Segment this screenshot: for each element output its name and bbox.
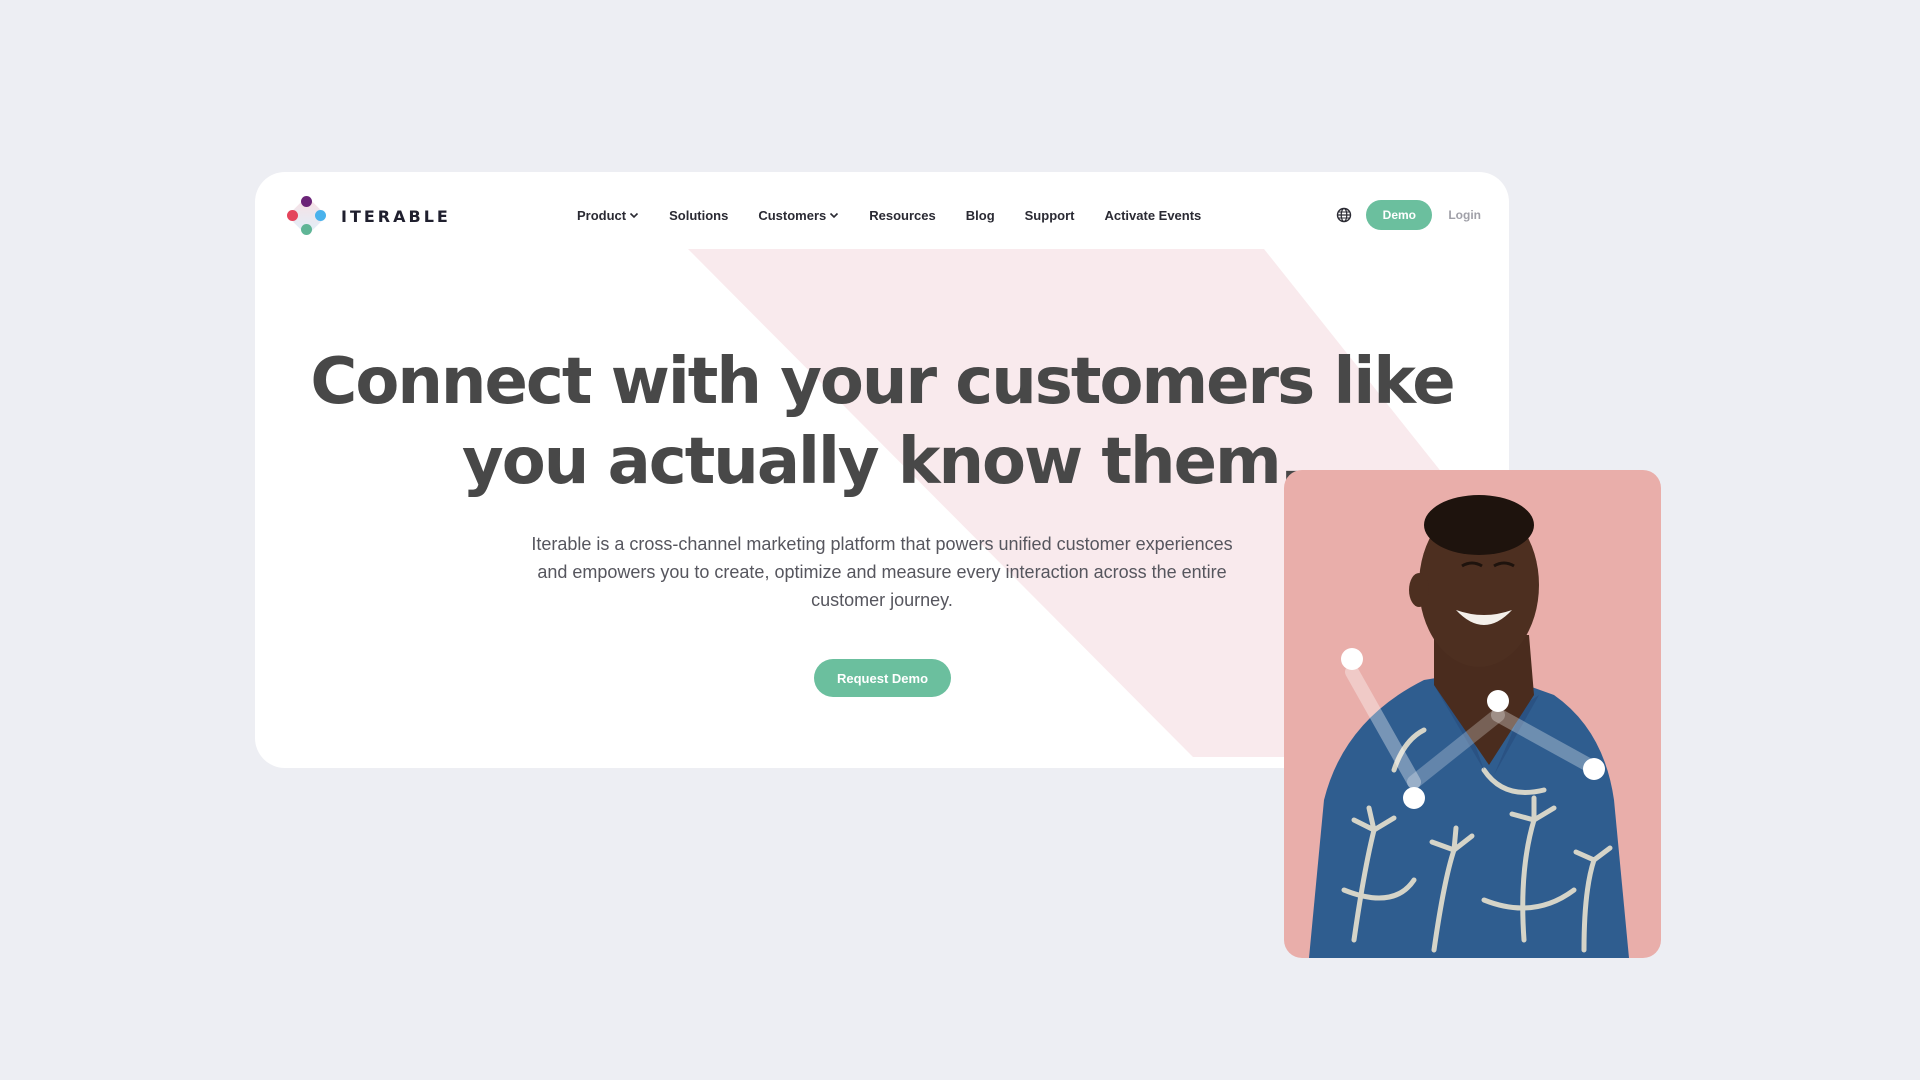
brand-name: ITERABLE: [341, 206, 451, 226]
header-actions: Demo Login: [1336, 200, 1481, 230]
nav-item-blog[interactable]: Blog: [966, 208, 995, 223]
nav-item-support[interactable]: Support: [1025, 208, 1075, 223]
request-demo-button[interactable]: Request Demo: [814, 659, 951, 697]
headline-line-2: you actually know them.: [462, 425, 1304, 499]
connection-dot: [1583, 758, 1605, 780]
nav-item-product[interactable]: Product: [577, 208, 639, 223]
nav-item-customers[interactable]: Customers: [758, 208, 839, 223]
chevron-down-icon: [630, 212, 639, 219]
nav-item-label: Product: [577, 207, 627, 223]
nav-item-resources[interactable]: Resources: [869, 208, 935, 223]
connection-dot: [1341, 648, 1363, 670]
nav-item-label: Customers: [758, 207, 827, 223]
login-link[interactable]: Login: [1448, 208, 1481, 222]
nav-item-label: Activate Events: [1104, 207, 1202, 223]
nav-item-label: Support: [1024, 207, 1075, 223]
person-illustration: [1309, 495, 1629, 958]
nav-item-label: Resources: [869, 207, 936, 223]
hero-photo: [1284, 470, 1661, 958]
chevron-down-icon: [830, 212, 839, 219]
iterable-diamond-logo-icon: [285, 194, 329, 238]
connection-dot: [1403, 787, 1425, 809]
logo-link[interactable]: ITERABLE: [285, 194, 451, 238]
demo-button[interactable]: Demo: [1366, 200, 1433, 230]
main-nav: Product Solutions Customers Resources Bl…: [577, 172, 1201, 258]
hero-description: Iterable is a cross-channel marketing pl…: [531, 534, 1233, 610]
nav-item-label: Solutions: [669, 207, 729, 223]
nav-item-activate-events[interactable]: Activate Events: [1104, 208, 1201, 223]
globe-icon[interactable]: [1336, 207, 1352, 223]
nav-item-label: Blog: [965, 207, 995, 223]
site-header: ITERABLE Product Solutions Customers Res…: [255, 172, 1509, 258]
nav-item-solutions[interactable]: Solutions: [669, 208, 728, 223]
connection-dot: [1487, 690, 1509, 712]
headline-line-1: Connect with your customers like: [310, 345, 1455, 419]
